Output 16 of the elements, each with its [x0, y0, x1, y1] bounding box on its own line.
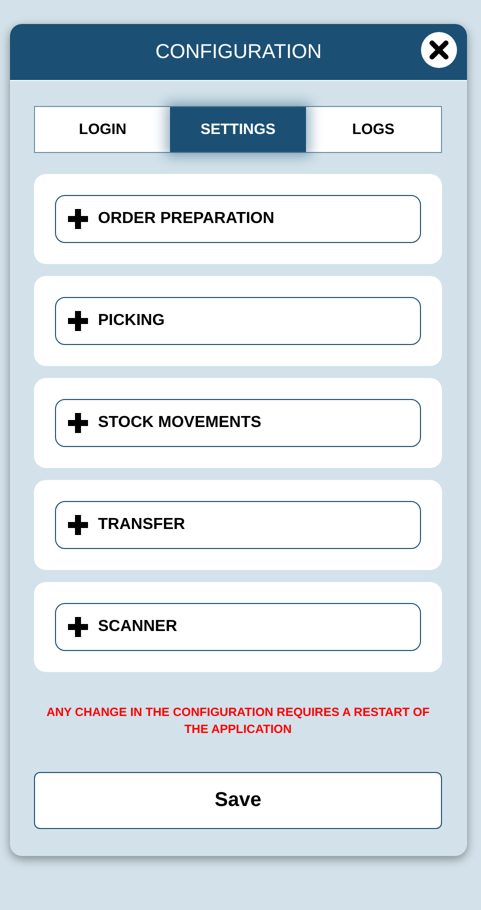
section-toggle[interactable]: SCANNER — [55, 603, 421, 651]
close-icon — [429, 40, 449, 60]
plus-icon — [68, 617, 88, 637]
save-button[interactable]: Save — [34, 772, 442, 829]
tab[interactable]: SETTINGS — [170, 107, 306, 152]
plus-icon — [68, 311, 88, 331]
section-toggle[interactable]: STOCK MOVEMENTS — [55, 399, 421, 447]
plus-icon — [68, 515, 88, 535]
dialog-title: CONFIGURATION — [155, 40, 322, 64]
close-button[interactable] — [421, 32, 457, 68]
plus-icon — [68, 413, 88, 433]
plus-icon — [68, 209, 88, 229]
section-toggle[interactable]: PICKING — [55, 297, 421, 345]
section-toggle[interactable]: TRANSFER — [55, 501, 421, 549]
section-toggle[interactable]: ORDER PREPARATION — [55, 195, 421, 243]
restart-warning: ANY CHANGE IN THE CONFIGURATION REQUIRES A RESTART OF THE APPLICATION — [45, 704, 431, 738]
